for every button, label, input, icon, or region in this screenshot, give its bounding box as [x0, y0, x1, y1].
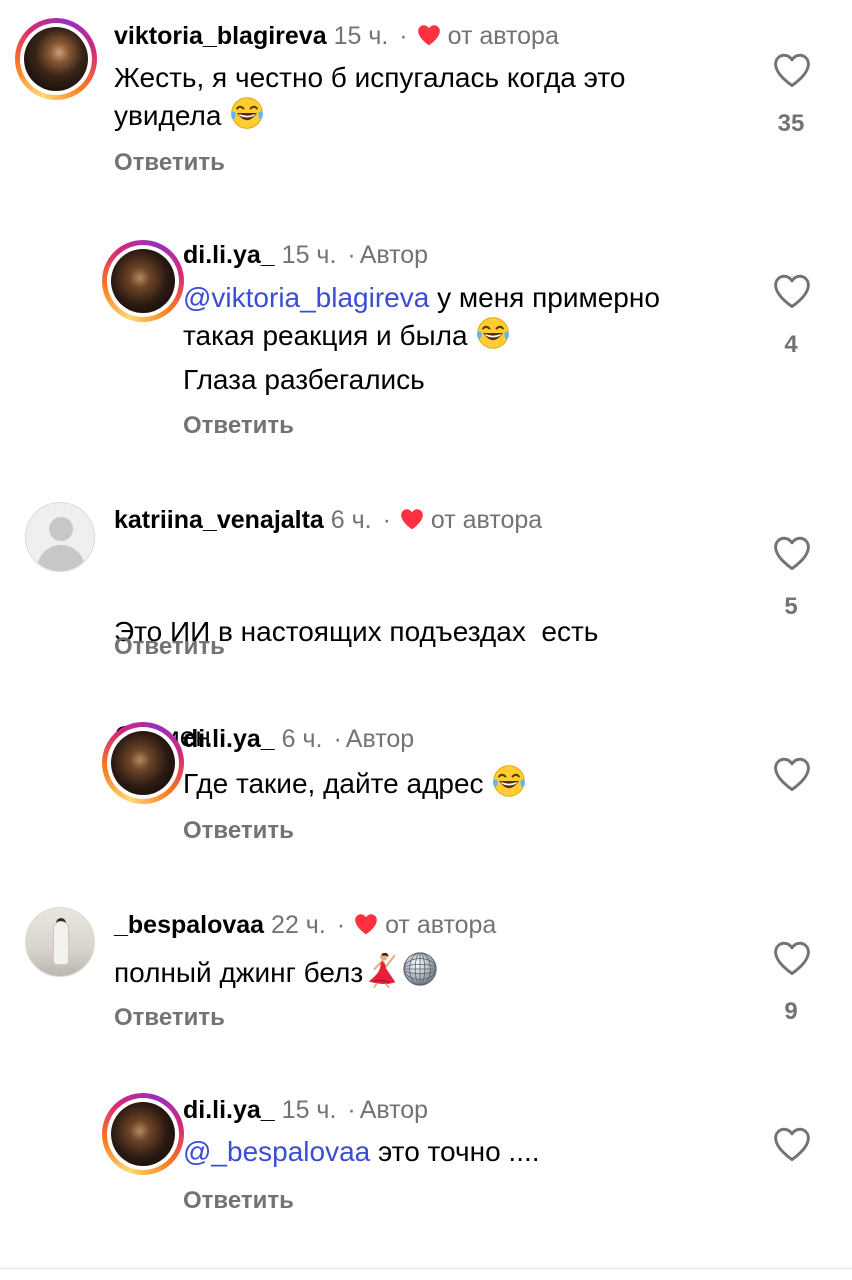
comment-meta: viktoria_blagireva 15 ч. · от автора: [114, 22, 559, 51]
comment-time: 6 ч.: [330, 506, 372, 534]
comment-time: 15 ч.: [281, 241, 337, 269]
like-heart-icon[interactable]: [772, 535, 812, 571]
liked-by-author-label: от автора: [385, 911, 497, 939]
author-badge: Автор: [359, 241, 429, 269]
username[interactable]: di.li.ya_: [183, 241, 275, 269]
avatar-story-ring[interactable]: [102, 240, 184, 322]
reply-button[interactable]: Ответить: [114, 1004, 225, 1032]
avatar[interactable]: [25, 907, 95, 977]
author-liked-heart-icon: [353, 912, 379, 936]
avatar-story-ring[interactable]: [102, 1093, 184, 1175]
mirror-ball-emoji-icon: [401, 950, 439, 988]
username[interactable]: di.li.ya_: [183, 725, 275, 753]
comment-time: 15 ч.: [333, 22, 389, 50]
comment-line: полный джинг белз: [114, 957, 364, 988]
like-heart-icon[interactable]: [772, 756, 812, 792]
like-count[interactable]: 9: [761, 998, 821, 1026]
liked-by-author-label: от автора: [430, 506, 543, 534]
comment-line: это точно ....: [370, 1136, 540, 1167]
like-heart-icon[interactable]: [772, 1126, 812, 1162]
divider: [0, 1268, 852, 1269]
comment-line: такая реакция и была: [183, 320, 468, 351]
liked-by-author-label: от автора: [447, 22, 559, 50]
like-count[interactable]: 35: [761, 110, 821, 138]
avatar-story-ring[interactable]: [15, 18, 97, 100]
laughing-emoji-icon: [475, 315, 511, 351]
comment-text: Жесть, я честно б испугалась когда это у…: [114, 60, 754, 133]
comment-line: Где такие, дайте адрес: [183, 768, 484, 799]
username[interactable]: katriina_venajalta: [114, 506, 324, 534]
comment-meta: di.li.ya_ 15 ч. · Автор: [183, 241, 428, 270]
comment-meta: di.li.ya_ 15 ч. · Автор: [183, 1096, 428, 1125]
comment-meta: katriina_venajalta 6 ч. · от автора: [114, 506, 542, 535]
reply-button[interactable]: Ответить: [114, 633, 225, 661]
reply-button[interactable]: Ответить: [183, 1187, 294, 1215]
author-liked-heart-icon: [416, 23, 442, 47]
like-heart-icon[interactable]: [772, 940, 812, 976]
author-liked-heart-icon: [399, 507, 425, 531]
comment-meta: _bespalovaa 22 ч. · от автора: [114, 911, 496, 940]
dancer-emoji-icon: [363, 950, 401, 988]
like-count[interactable]: 4: [761, 331, 821, 359]
comment-time: 22 ч.: [271, 911, 326, 939]
avatar: [111, 249, 175, 313]
reply-button[interactable]: Ответить: [183, 412, 294, 440]
separator-dot: ·: [347, 1096, 356, 1124]
reply-button[interactable]: Ответить: [114, 149, 225, 177]
comment-text: полный джинг белз: [114, 950, 754, 990]
mention-link[interactable]: @viktoria_blagireva: [183, 282, 429, 313]
avatar: [111, 1102, 175, 1166]
comment-line: Глаза разбегались: [183, 364, 425, 395]
comment-time: 6 ч.: [281, 725, 323, 753]
like-heart-icon[interactable]: [772, 52, 812, 88]
comment-line: у меня примерно: [429, 282, 660, 313]
comment-text: Где такие, дайте адрес: [183, 763, 823, 801]
laughing-emoji-icon: [229, 95, 265, 131]
avatar-story-ring[interactable]: [102, 722, 184, 804]
separator-dot: ·: [347, 241, 356, 269]
comment-line: увидела: [114, 100, 222, 131]
username[interactable]: di.li.ya_: [183, 1096, 275, 1124]
reply-button[interactable]: Ответить: [183, 817, 294, 845]
author-badge: Автор: [345, 725, 415, 753]
default-avatar[interactable]: [25, 502, 95, 572]
separator-dot: ·: [333, 725, 342, 753]
mention-link[interactable]: @_bespalovaa: [183, 1136, 370, 1167]
like-heart-icon[interactable]: [772, 273, 812, 309]
separator-dot: ·: [336, 911, 346, 939]
comment-time: 15 ч.: [281, 1096, 337, 1124]
username[interactable]: viktoria_blagireva: [114, 22, 327, 50]
comment-meta: di.li.ya_ 6 ч. · Автор: [183, 725, 414, 754]
username[interactable]: _bespalovaa: [114, 911, 264, 939]
comment-text: @viktoria_blagireva у меня примерно така…: [183, 280, 823, 397]
like-count[interactable]: 5: [761, 593, 821, 621]
comment-text: @_bespalovaa это точно ....: [183, 1134, 823, 1169]
separator-dot: ·: [382, 506, 391, 534]
separator-dot: ·: [399, 22, 408, 50]
laughing-emoji-icon: [491, 763, 527, 799]
avatar: [24, 27, 88, 91]
avatar: [111, 731, 175, 795]
comment-line: Жесть, я честно б испугалась когда это: [114, 62, 626, 93]
author-badge: Автор: [359, 1096, 429, 1124]
